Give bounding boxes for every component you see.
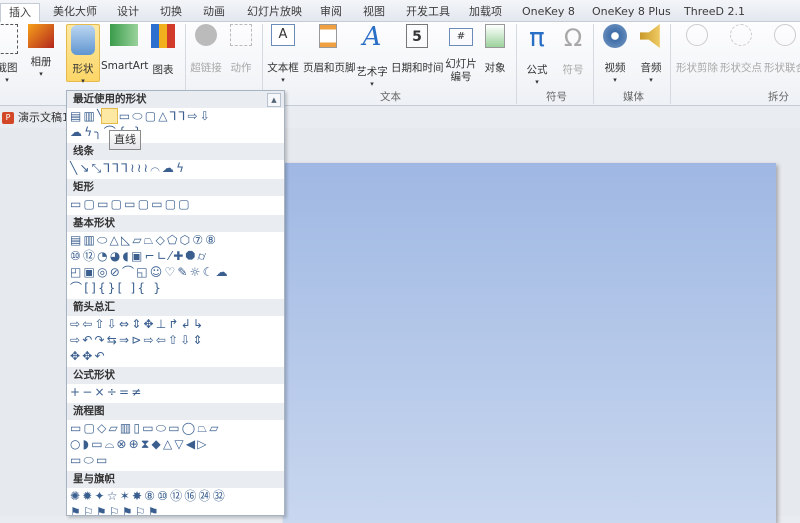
shape-subtract-button[interactable]: 形状剪除 — [676, 24, 718, 75]
header-footer-icon — [319, 24, 337, 48]
shape-intersect-icon — [730, 24, 752, 46]
slide-number-icon: # — [449, 28, 473, 46]
shapes-icon — [71, 25, 95, 55]
hyperlink-button[interactable]: 超链接 — [190, 24, 222, 75]
shape-row[interactable]: ✥✥↶ — [67, 348, 284, 364]
ribbon-tab-bar: 插入 美化大师 设计 切换 动画 幻灯片放映 审阅 视图 开发工具 加载项 On… — [0, 0, 800, 22]
group-label-media: 媒体 — [623, 91, 644, 103]
group-label-split: 拆分 — [768, 91, 789, 103]
chart-icon — [151, 24, 175, 48]
tab-view[interactable]: 视图 — [363, 3, 385, 22]
shape-intersect-button[interactable]: 形状交点 — [720, 24, 762, 75]
action-button[interactable]: 动作 — [228, 24, 254, 75]
tooltip: 直线 — [109, 130, 141, 150]
textbox-icon: A — [271, 24, 295, 46]
pi-icon: π — [529, 23, 545, 53]
wordart-button[interactable]: A 艺术字 ▾ — [355, 24, 389, 89]
shape-row[interactable]: ☁ϟ╮⌒{ } — [67, 124, 284, 140]
shape-row[interactable]: ▤▥╲↘▭⬭▢△⅂⅂⇨⇩ — [67, 108, 284, 124]
slide-number-button[interactable]: # 幻灯片 编号 — [444, 24, 478, 84]
screenshot-button[interactable]: 截图 ▾ — [0, 24, 22, 85]
smartart-button[interactable]: SmartArt — [101, 24, 148, 72]
section-header: 公式形状 — [67, 367, 284, 384]
action-icon — [230, 24, 252, 46]
hyperlink-icon — [195, 24, 217, 46]
slide-canvas[interactable] — [283, 163, 776, 523]
object-icon — [485, 24, 505, 48]
shape-subtract-icon — [686, 24, 708, 46]
scroll-up-button[interactable]: ▲ — [267, 93, 281, 107]
section-header: 箭头总汇 — [67, 299, 284, 316]
smartart-icon — [110, 24, 138, 46]
shape-union-icon — [774, 24, 796, 46]
section-header: 线条 — [67, 143, 284, 160]
tab-threed[interactable]: ThreeD 2.1 — [684, 3, 745, 22]
shape-row[interactable]: ⇨↶↷⇆⇒⊳⇨⇦⇧⇩⇕ — [67, 332, 284, 348]
shape-row[interactable]: ⌒[]{}[ ]{ } — [67, 280, 284, 296]
tab-slideshow[interactable]: 幻灯片放映 — [247, 3, 302, 22]
screenshot-icon — [0, 24, 18, 54]
shape-row[interactable]: ▭▢◇▱▥▯▭⬭▭◯⏢⏥ — [67, 420, 284, 436]
tab-onekey8plus[interactable]: OneKey 8 Plus — [592, 3, 671, 22]
shape-row[interactable]: +−×÷=≠ — [67, 384, 284, 400]
calendar-icon: 5 — [406, 24, 428, 48]
equation-button[interactable]: π 公式 ▾ — [522, 24, 552, 87]
tab-beautify[interactable]: 美化大师 — [53, 3, 97, 22]
shapes-button[interactable]: 形状 ▾ — [66, 24, 100, 85]
shape-row[interactable]: ╲↘⤡⅂⅂⅂≀≀≀⌒☁ϟ — [67, 160, 284, 176]
shape-row[interactable]: ▤▥⬭△◺▱⏢◇⬠⬡⑦⑧ — [67, 232, 284, 248]
header-footer-button[interactable]: 页眉和页脚 — [303, 24, 356, 75]
chart-button[interactable]: 图表 — [150, 24, 176, 77]
shape-row[interactable]: ⇨⇦⇧⇩⇔⇕✥⊥↱↲↳ — [67, 316, 284, 332]
tab-addins[interactable]: 加载项 — [469, 3, 502, 22]
shape-row[interactable]: ◰▣◎⊘⌒◱☺♡✎☼☾☁ — [67, 264, 284, 280]
speaker-icon — [640, 24, 660, 48]
omega-icon: Ω — [563, 24, 583, 52]
shape-union-button[interactable]: 形状联合 — [764, 24, 800, 75]
textbox-button[interactable]: A 文本框 ▾ — [266, 24, 300, 85]
album-button[interactable]: 相册 ▾ — [26, 24, 56, 79]
group-label-symbols: 符号 — [546, 91, 567, 103]
video-button[interactable]: 视频 ▾ — [600, 24, 630, 85]
film-reel-icon — [603, 24, 627, 48]
section-header: 基本形状 — [67, 215, 284, 232]
audio-button[interactable]: 音频 ▾ — [636, 24, 666, 85]
shape-row[interactable]: ✺✹✦☆✶✸⑧⑩⑫⑯㉔㉜ — [67, 488, 284, 504]
tab-animations[interactable]: 动画 — [203, 3, 225, 22]
tab-developer[interactable]: 开发工具 — [406, 3, 450, 22]
date-time-button[interactable]: 5 日期和时间 — [391, 24, 444, 75]
tab-review[interactable]: 审阅 — [320, 3, 342, 22]
object-button[interactable]: 对象 — [481, 24, 509, 75]
section-header: 矩形 — [67, 179, 284, 196]
powerpoint-icon: P — [2, 112, 14, 124]
selected-shape-line[interactable] — [101, 108, 118, 124]
wordart-icon: A — [362, 22, 382, 52]
shape-row[interactable]: ▭▢▭▢▭▢▭▢▢ — [67, 196, 284, 212]
shape-row[interactable]: ▭⬭▭ — [67, 452, 284, 468]
section-header: 流程图 — [67, 403, 284, 420]
document-tab[interactable]: P 演示文稿1 — [0, 108, 70, 128]
tab-design[interactable]: 设计 — [117, 3, 139, 22]
shape-row[interactable]: ⑩⑫◔◕◖▣⌐∟⁄✚⯃⌭ — [67, 248, 284, 264]
group-label-text: 文本 — [380, 91, 401, 103]
shape-row[interactable]: ○◗▭⌓⊗⊕⧗◆△▽◀▷ — [67, 436, 284, 452]
tab-transitions[interactable]: 切换 — [160, 3, 182, 22]
symbol-button[interactable]: Ω 符号 — [558, 24, 588, 77]
tab-insert[interactable]: 插入 — [0, 3, 40, 22]
album-icon — [28, 24, 54, 48]
shape-row[interactable]: ⚑⚐⚑⚐⚑⚐⚑ — [67, 504, 284, 515]
section-header: 星与旗帜 — [67, 471, 284, 488]
section-header: 最近使用的形状 — [67, 91, 284, 108]
shapes-gallery: ▲ 最近使用的形状 ▤▥╲↘▭⬭▢△⅂⅂⇨⇩ ☁ϟ╮⌒{ } 线条 ╲↘⤡⅂⅂⅂≀≀≀⌒… — [66, 90, 285, 516]
tab-onekey8[interactable]: OneKey 8 — [522, 3, 575, 22]
